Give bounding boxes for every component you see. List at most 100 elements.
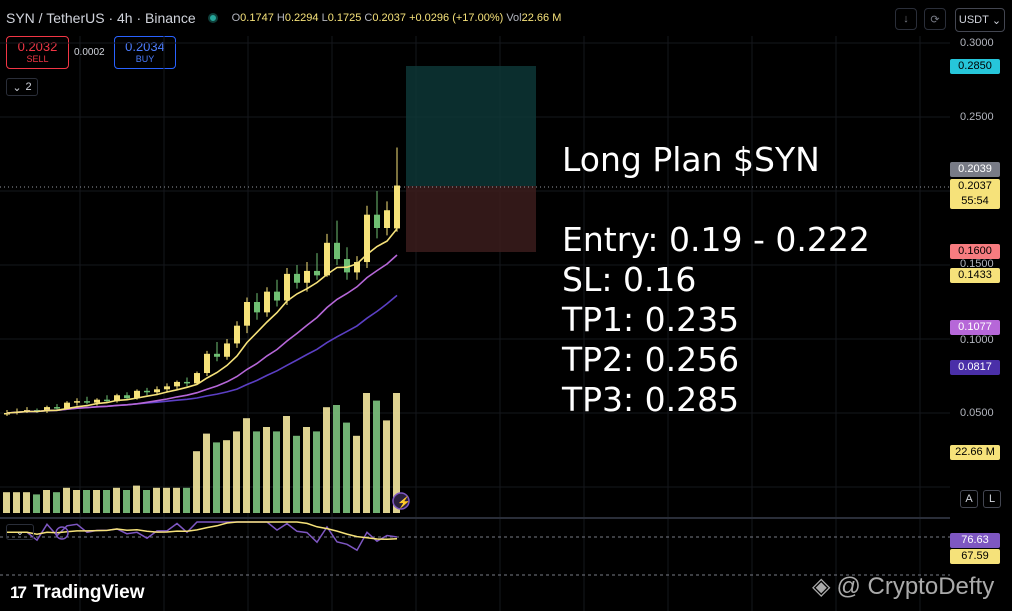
candles — [4, 147, 400, 416]
ma-mid-line — [6, 254, 398, 414]
volume-bar — [363, 393, 370, 513]
volume-bar — [33, 494, 40, 513]
volume-bar — [73, 490, 80, 513]
ma-slow-line — [6, 294, 398, 414]
volume-bar — [253, 431, 260, 513]
volume-bar — [353, 435, 360, 513]
candle — [374, 214, 380, 228]
volume-bar — [163, 487, 170, 513]
stop-loss-tag: 0.1600 — [950, 244, 1000, 259]
tradingview-logo-icon: 17 — [10, 583, 27, 602]
tradingview-logo-text: TradingView — [32, 582, 145, 603]
volume-bar — [143, 490, 150, 513]
volume-bar — [283, 416, 290, 513]
volume-bar — [93, 490, 100, 513]
candle — [264, 291, 270, 313]
close-price-tag: 0.2037 — [950, 179, 1000, 194]
plan-entry: Entry: 0.19 - 0.222 — [562, 220, 870, 259]
plan-tp2: TP2: 0.256 — [562, 340, 740, 379]
volume-bar — [273, 431, 280, 513]
countdown-tag: 55:54 — [950, 194, 1000, 209]
candle — [334, 242, 340, 260]
rsi-tag: 76.63 — [950, 533, 1000, 548]
ma-slow-tag: 0.0817 — [950, 360, 1000, 375]
ma-mid-tag: 0.1077 — [950, 320, 1000, 335]
volume-bar — [43, 490, 50, 513]
volume-bar — [203, 433, 210, 513]
position-profit-zone — [406, 66, 536, 186]
auto-scale-button[interactable]: A — [960, 490, 978, 508]
price-tick: 0.2500 — [960, 111, 994, 123]
plan-title: Long Plan $SYN — [562, 140, 820, 179]
price-tick: 0.3000 — [960, 37, 994, 49]
volume-bar — [333, 405, 340, 513]
tradingview-logo[interactable]: 17 TradingView — [10, 582, 145, 604]
volume-bar — [303, 427, 310, 513]
volume-bar — [113, 487, 120, 513]
candle — [324, 242, 330, 276]
volume-bar — [193, 451, 200, 513]
candle — [54, 407, 60, 409]
volume-bar — [153, 487, 160, 513]
volume-bar — [173, 487, 180, 513]
plan-tp1: TP1: 0.235 — [562, 300, 740, 339]
volume-bar — [13, 492, 20, 513]
candle — [384, 210, 390, 228]
volume-bar — [213, 442, 220, 513]
volume-bar — [183, 487, 190, 513]
volume-bars — [3, 393, 400, 513]
candle — [294, 273, 300, 283]
ma-fast-tag: 0.1433 — [950, 268, 1000, 283]
rsi-line — [7, 521, 398, 552]
volume-bar — [133, 485, 140, 513]
tp3-price-tag: 0.2850 — [950, 59, 1000, 74]
price-tick: 0.0500 — [960, 407, 994, 419]
rsi-ma-tag: 67.59 — [950, 549, 1000, 564]
price-chart[interactable]: ⚡ — [0, 0, 1012, 611]
svg-text:⚡: ⚡ — [397, 496, 411, 509]
volume-bar — [53, 492, 60, 513]
candle — [204, 353, 210, 374]
candle — [94, 399, 100, 403]
volume-bar — [63, 487, 70, 513]
position-loss-zone — [406, 186, 536, 252]
volume-bar — [313, 431, 320, 513]
volume-bar — [343, 422, 350, 513]
volume-bar — [233, 431, 240, 513]
candle — [154, 389, 160, 393]
candle — [164, 386, 170, 390]
candle — [74, 401, 80, 403]
candle — [244, 302, 250, 326]
candle — [194, 373, 200, 384]
volume-bar — [263, 427, 270, 513]
plan-tp3: TP3: 0.285 — [562, 380, 740, 419]
diamond-logo-icon: ◈ — [812, 573, 831, 600]
volume-tag: 22.66 M — [950, 445, 1000, 460]
volume-bar — [223, 440, 230, 513]
candle — [254, 302, 260, 313]
volume-bar — [373, 400, 380, 513]
volume-bar — [383, 420, 390, 513]
volume-bar — [103, 490, 110, 513]
candle — [144, 390, 150, 393]
last-price-tag: 0.2039 — [950, 162, 1000, 177]
volume-bar — [293, 435, 300, 513]
volume-bar — [83, 490, 90, 513]
candle — [284, 273, 290, 301]
candle — [314, 270, 320, 276]
volume-bar — [243, 418, 250, 513]
candle — [84, 401, 90, 403]
candle — [104, 399, 110, 402]
candle — [274, 291, 280, 301]
candle — [234, 325, 240, 344]
candle — [174, 381, 180, 387]
candle — [184, 381, 190, 384]
price-tick: 0.1000 — [960, 334, 994, 346]
candle — [304, 270, 310, 283]
watermark: ◈ @ CryptoDefty — [812, 572, 995, 601]
candle — [124, 395, 130, 399]
log-scale-button[interactable]: L — [983, 490, 1001, 508]
volume-bar — [123, 490, 130, 513]
volume-bar — [323, 407, 330, 513]
chevron-down-icon[interactable]: ⌄ — [6, 524, 34, 540]
